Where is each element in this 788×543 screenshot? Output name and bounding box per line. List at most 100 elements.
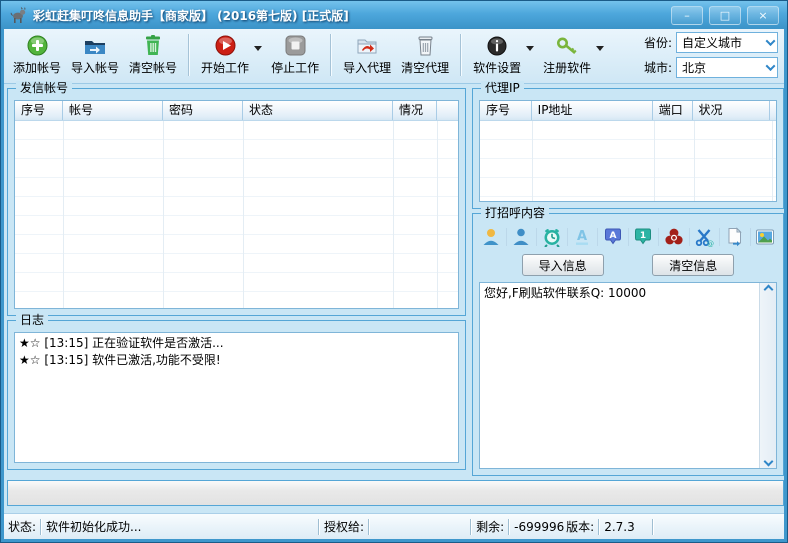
- column-header-port[interactable]: 端口: [653, 101, 693, 120]
- toolbar-button-label: 添加帐号: [13, 59, 61, 76]
- scroll-down-icon[interactable]: [763, 457, 773, 467]
- badge-1-icon[interactable]: 1: [632, 226, 656, 248]
- maximize-button[interactable]: □: [709, 6, 741, 25]
- column-header-seq[interactable]: 序号: [480, 101, 532, 120]
- icon-separator: [658, 228, 659, 246]
- user-icon[interactable]: [510, 226, 534, 248]
- toolbar-button-label: 停止工作: [271, 59, 319, 76]
- toolbar-button-label: 注册软件: [543, 59, 591, 76]
- clear-message-button[interactable]: 清空信息: [652, 254, 734, 276]
- alarm-clock-icon[interactable]: [540, 226, 564, 248]
- biohazard-icon[interactable]: [662, 226, 686, 248]
- progress-bar: [7, 480, 784, 506]
- log-output[interactable]: ★☆ [13:15] 正在验证软件是否激活... ★☆ [13:15] 软件已激…: [14, 332, 459, 463]
- region-selectors: 省份: 自定义城市 城市: 北京: [632, 32, 780, 78]
- version-value: 2.7.3: [604, 520, 648, 534]
- trash-gray-icon: [414, 35, 436, 57]
- column-header-ip[interactable]: IP地址: [532, 101, 653, 120]
- import-account-button[interactable]: 导入帐号: [66, 33, 124, 78]
- grid-line: [243, 121, 244, 308]
- folder-red-arrow-icon: [356, 35, 378, 57]
- column-header-status[interactable]: 状态: [243, 101, 393, 120]
- client-area: 添加帐号 导入帐号 清空帐号 开始工作: [4, 29, 784, 513]
- grid-line: [63, 121, 64, 308]
- dropdown-arrow-icon[interactable]: [526, 46, 534, 51]
- svg-text:1: 1: [640, 231, 646, 241]
- proxy-table-body[interactable]: [480, 121, 776, 201]
- city-label: 城市:: [632, 59, 672, 76]
- minimize-button[interactable]: –: [671, 6, 703, 25]
- accounts-groupbox: 发信帐号 序号 帐号 密码 状态 情况: [7, 88, 466, 316]
- copy-document-icon[interactable]: [723, 226, 747, 248]
- window-controls: – □ ×: [671, 6, 779, 25]
- register-software-button[interactable]: 注册软件: [538, 33, 596, 78]
- log-entry: ★☆ [13:15] 软件已激活,功能不受限!: [19, 352, 454, 369]
- key-green-icon: [556, 35, 578, 57]
- greeting-message-box[interactable]: 您好,F刷贴软件联系Q: 10000: [479, 282, 777, 469]
- toolbar-button-label: 导入帐号: [71, 59, 119, 76]
- scroll-up-icon[interactable]: [763, 285, 773, 295]
- close-button[interactable]: ×: [747, 6, 779, 25]
- statusbar-separator: [598, 519, 600, 535]
- import-proxy-button[interactable]: 导入代理: [338, 33, 396, 78]
- clear-account-button[interactable]: 清空帐号: [124, 33, 182, 78]
- grid-line: [532, 121, 533, 201]
- province-value: 自定义城市: [682, 34, 767, 51]
- statusbar-separator: [652, 519, 654, 535]
- software-settings-button[interactable]: 软件设置: [468, 33, 526, 78]
- statusbar-separator: [470, 519, 472, 535]
- add-account-button[interactable]: 添加帐号: [8, 33, 66, 78]
- contact-icon[interactable]: [479, 226, 503, 248]
- dropdown-arrow-icon[interactable]: [254, 46, 262, 51]
- greeting-buttons-row: 导入信息 清空信息: [473, 250, 783, 280]
- province-select[interactable]: 自定义城市: [676, 32, 778, 53]
- accounts-table-body[interactable]: [15, 121, 458, 308]
- clear-proxy-button[interactable]: 清空代理: [396, 33, 454, 78]
- grid-line: [772, 121, 773, 201]
- dropdown-arrow-icon[interactable]: [596, 46, 604, 51]
- scissors-at-icon[interactable]: @: [693, 226, 717, 248]
- import-message-button[interactable]: 导入信息: [522, 254, 604, 276]
- icon-separator: [597, 228, 598, 246]
- column-header-situation[interactable]: 情况: [393, 101, 437, 120]
- main-toolbar: 添加帐号 导入帐号 清空帐号 开始工作: [4, 29, 784, 84]
- column-header-account[interactable]: 帐号: [63, 101, 163, 120]
- status-label: 状态:: [8, 518, 36, 535]
- column-header-seq[interactable]: 序号: [15, 101, 63, 120]
- city-select[interactable]: 北京: [676, 57, 778, 78]
- toolbar-button-label: 软件设置: [473, 59, 521, 76]
- greeting-icon-toolbar: A A 1 @: [479, 224, 777, 250]
- icon-separator: [628, 228, 629, 246]
- grid-line: [694, 121, 695, 201]
- icon-separator: [506, 228, 507, 246]
- trash-green-icon: [142, 35, 164, 57]
- proxy-panel-title: 代理IP: [481, 81, 524, 95]
- remaining-label: 剩余:: [476, 518, 504, 535]
- toolbar-separator: [188, 34, 190, 76]
- panels-area: 发信帐号 序号 帐号 密码 状态 情况: [4, 84, 784, 513]
- greeting-panel-title: 打招呼内容: [481, 206, 549, 220]
- remaining-value: -699996: [514, 520, 566, 534]
- stop-work-button[interactable]: 停止工作: [266, 33, 324, 78]
- greeting-message-text[interactable]: 您好,F刷贴软件联系Q: 10000: [484, 285, 757, 466]
- grid-line: [393, 121, 394, 308]
- greeting-groupbox: 打招呼内容 A: [472, 213, 784, 476]
- start-work-button[interactable]: 开始工作: [196, 33, 254, 78]
- column-header-condition[interactable]: 状况: [693, 101, 770, 120]
- statusbar-separator: [368, 519, 370, 535]
- icon-separator: [750, 228, 751, 246]
- shield-a-icon[interactable]: A: [601, 226, 625, 248]
- proxy-table[interactable]: 序号 IP地址 端口 状况: [479, 100, 777, 202]
- toolbar-separator: [460, 34, 462, 76]
- accounts-table[interactable]: 序号 帐号 密码 状态 情况: [14, 100, 459, 309]
- column-header-password[interactable]: 密码: [163, 101, 243, 120]
- vertical-scrollbar[interactable]: [759, 283, 776, 468]
- city-value: 北京: [682, 59, 767, 76]
- log-groupbox: 日志 ★☆ [13:15] 正在验证软件是否激活... ★☆ [13:15] 软…: [7, 320, 466, 470]
- svg-text:A: A: [577, 229, 587, 244]
- image-icon[interactable]: [754, 226, 778, 248]
- close-icon: ×: [758, 10, 767, 21]
- font-a-icon[interactable]: A: [571, 226, 595, 248]
- icon-separator: [689, 228, 690, 246]
- toolbar-button-label: 导入代理: [343, 59, 391, 76]
